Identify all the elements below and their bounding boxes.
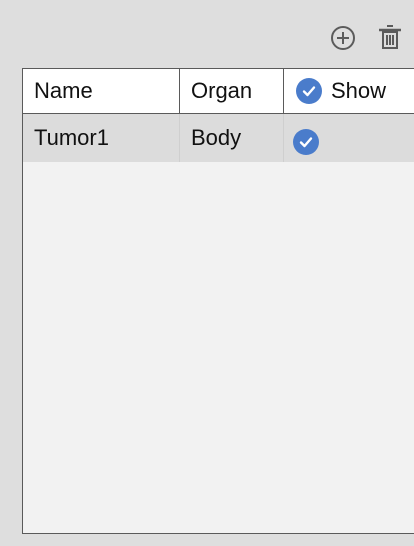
column-header-label: Show [331, 78, 387, 103]
column-header-show[interactable]: Show [284, 69, 414, 113]
table-row[interactable]: Tumor1 Body [23, 114, 414, 162]
show-checkbox[interactable] [293, 129, 319, 155]
table-header: Name Organ Show [23, 69, 414, 114]
check-icon [302, 86, 316, 97]
organ-cell[interactable]: Body [180, 114, 284, 162]
tumor-name: Tumor1 [34, 125, 109, 150]
tumor-table: Name Organ Show Tumor1 Body [22, 68, 414, 534]
tumor-name-cell[interactable]: Tumor1 [23, 114, 180, 162]
column-header-organ[interactable]: Organ [180, 69, 284, 113]
check-icon [299, 137, 313, 148]
delete-tumor-button[interactable] [372, 20, 408, 56]
toolbar [0, 0, 414, 68]
tumor-panel: Name Organ Show Tumor1 Body [0, 0, 414, 546]
organ-name: Body [191, 125, 242, 150]
column-header-label: Name [34, 78, 93, 103]
show-all-checkbox[interactable] [296, 78, 322, 104]
column-header-label: Organ [191, 78, 253, 103]
add-tumor-button[interactable] [325, 20, 361, 56]
trash-icon [379, 25, 401, 49]
column-header-name[interactable]: Name [23, 69, 180, 113]
circle-plus-icon [331, 26, 355, 50]
show-cell [284, 114, 414, 162]
